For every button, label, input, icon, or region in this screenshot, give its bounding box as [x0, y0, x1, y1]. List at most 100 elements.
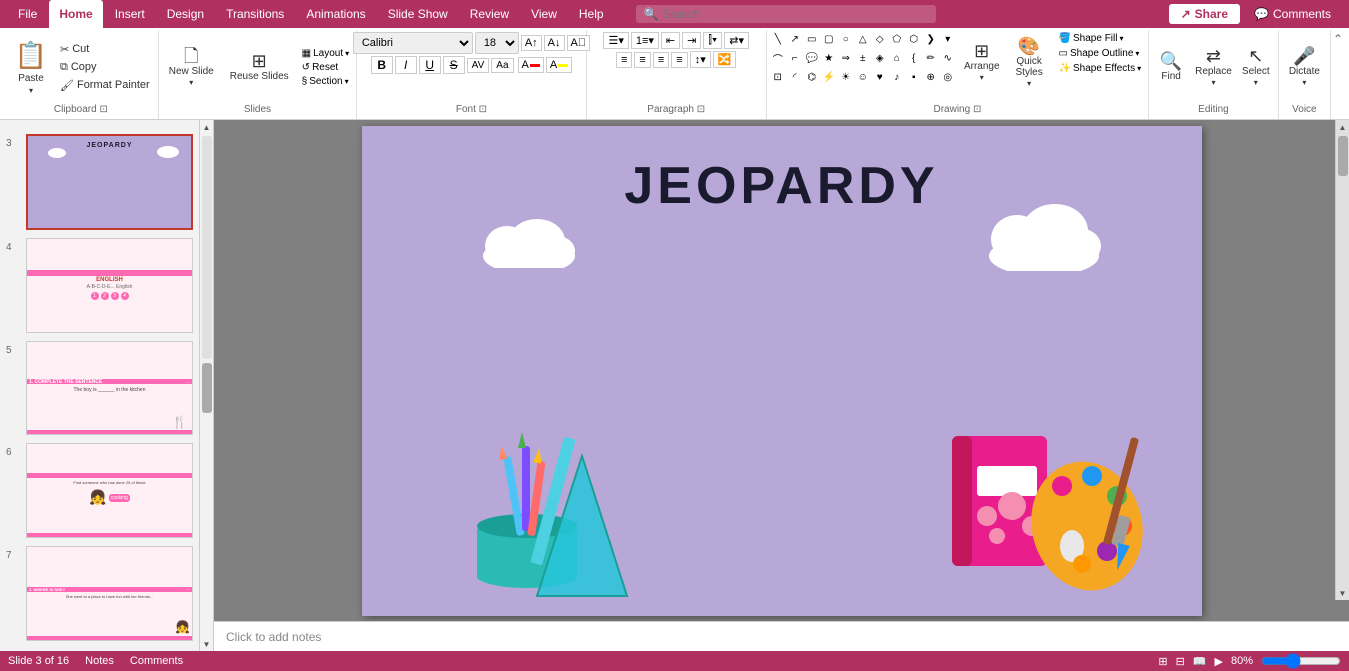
line-shape[interactable]: ╲ [771, 32, 785, 46]
find-button[interactable]: 🔍 Find [1153, 50, 1189, 84]
slide-thumb-4[interactable]: 4 ENGLISH A-B-C-D-E... English 1 2 3 4 [4, 236, 195, 335]
banner-shape[interactable]: ⌂ [890, 51, 904, 65]
convert-smartart-button[interactable]: 🔀 [713, 51, 737, 68]
rect-shape[interactable]: ▭ [805, 32, 819, 46]
tab-view[interactable]: View [521, 0, 567, 28]
view-normal-icon[interactable]: ⊞ [1158, 655, 1167, 668]
block-arrow[interactable]: ⇒ [839, 51, 853, 65]
comments-status[interactable]: Comments [130, 655, 183, 667]
reset-button[interactable]: ↺ Reset [299, 61, 353, 74]
text-direction-button[interactable]: ⇄▾ [724, 32, 749, 49]
align-right-button[interactable]: ≡ [653, 52, 669, 68]
tab-home[interactable]: Home [49, 0, 102, 28]
slides-panel-scrollbar[interactable]: ▲ ▼ [200, 120, 214, 651]
pentagon-shape[interactable]: ⬠ [890, 32, 904, 46]
smiley-shape[interactable]: ☺ [856, 70, 870, 84]
search-input[interactable] [663, 7, 923, 21]
underline-button[interactable]: U [419, 56, 441, 74]
oval-shape[interactable]: ○ [839, 32, 853, 46]
section-button[interactable]: § Section ▾ [299, 75, 353, 88]
star-shape[interactable]: ★ [822, 51, 836, 65]
font-size-select[interactable]: 18 [475, 32, 519, 54]
justify-button[interactable]: ≡ [671, 52, 687, 68]
tab-file[interactable]: File [8, 0, 47, 28]
hexagon-shape[interactable]: ⬡ [907, 32, 921, 46]
zoom-slider[interactable] [1261, 653, 1341, 669]
columns-button[interactable]: ⫿▾ [703, 32, 722, 49]
callout-shape[interactable]: 💬 [805, 51, 819, 65]
scroll-down-button[interactable]: ▼ [200, 637, 214, 651]
tab-insert[interactable]: Insert [105, 0, 155, 28]
replace-button[interactable]: ⇄ Replace ▾ [1191, 45, 1236, 89]
slide-notes[interactable]: Click to add notes [214, 621, 1349, 651]
share-button[interactable]: ↗ Share [1169, 4, 1240, 24]
bold-button[interactable]: B [371, 56, 393, 74]
cylinder-shape[interactable]: ⊕ [924, 70, 938, 84]
copy-button[interactable]: ⧉ Copy [56, 59, 154, 76]
view-slideshow-icon[interactable]: ▶ [1215, 655, 1223, 668]
custom-shape[interactable]: ✏ [924, 51, 938, 65]
text-case-button[interactable]: Aa [491, 58, 513, 73]
shape-fill-button[interactable]: 🪣 Shape Fill ▾ [1056, 32, 1145, 45]
strikethrough-button[interactable]: S [443, 56, 465, 74]
slide-canvas[interactable]: JEOPARDY [362, 126, 1202, 616]
line-spacing-button[interactable]: ↕▾ [690, 51, 711, 68]
paragraph-expand-icon[interactable]: ⊡ [697, 104, 705, 115]
slide-thumb-7[interactable]: 7 2. WHERE IS SHE? → She went to a place… [4, 544, 195, 643]
tab-review[interactable]: Review [460, 0, 519, 28]
collapse-ribbon-button[interactable]: ⌃ [1333, 32, 1343, 46]
slide-thumb-6[interactable]: 6 Find someone who has done 25 of these … [4, 441, 195, 540]
triangle-shape[interactable]: △ [856, 32, 870, 46]
arrow-shape[interactable]: ↗ [788, 32, 802, 46]
paste-button[interactable]: 📋 Paste ▾ [8, 32, 54, 102]
canvas-vertical-scroll[interactable]: ▲ ▼ [1335, 120, 1349, 600]
canvas-scroll-down[interactable]: ▼ [1336, 586, 1349, 600]
highlight-button[interactable]: A [546, 57, 572, 73]
select-button[interactable]: ↖ Select ▾ [1238, 45, 1274, 89]
equation-shape[interactable]: ± [856, 51, 870, 65]
italic-button[interactable]: I [395, 56, 417, 74]
text-box-shape[interactable]: ⊡ [771, 70, 785, 84]
reuse-slides-button[interactable]: ⊞ Reuse Slides [224, 50, 295, 84]
diamond-shape[interactable]: ◇ [873, 32, 887, 46]
tab-transitions[interactable]: Transitions [216, 0, 294, 28]
quick-styles-button[interactable]: 🎨 Quick Styles ▾ [1007, 32, 1052, 92]
curve-connector[interactable]: ⌒ [771, 51, 785, 65]
shape-effects-button[interactable]: ✨ Shape Effects ▾ [1056, 62, 1145, 75]
character-spacing-button[interactable]: AV [467, 58, 490, 73]
lightning-shape[interactable]: ⚡ [822, 70, 836, 84]
elbow-connector[interactable]: ⌐ [788, 51, 802, 65]
view-reading-icon[interactable]: 📖 [1193, 655, 1207, 668]
arc-shape[interactable]: ◜ [788, 70, 802, 84]
view-slide-sorter-icon[interactable]: ⊟ [1176, 655, 1185, 668]
format-painter-button[interactable]: 🖌 Format Painter [56, 77, 154, 94]
font-color-button[interactable]: A [518, 57, 544, 73]
increase-font-size-button[interactable]: A↑ [521, 35, 542, 51]
arrange-button[interactable]: ⊞ Arrange ▾ [961, 32, 1003, 92]
notes-status[interactable]: Notes [85, 655, 114, 667]
donut-shape[interactable]: ◎ [941, 70, 955, 84]
comments-button[interactable]: 💬 Comments [1244, 4, 1341, 24]
font-family-select[interactable]: Calibri [353, 32, 473, 54]
chevron-shape[interactable]: ❯ [924, 32, 938, 46]
numbering-button[interactable]: 1≡▾ [631, 32, 659, 49]
brace-shape[interactable]: { [907, 51, 921, 65]
decrease-font-size-button[interactable]: A↓ [544, 35, 565, 51]
sun-shape[interactable]: ☀ [839, 70, 853, 84]
align-left-button[interactable]: ≡ [616, 52, 632, 68]
slide-canvas-area[interactable]: JEOPARDY [214, 120, 1349, 621]
increase-indent-button[interactable]: ⇥ [682, 32, 701, 49]
more-shapes[interactable]: ▾ [941, 32, 955, 46]
drawing-expand-icon[interactable]: ⊡ [973, 104, 981, 115]
heart-shape[interactable]: ♥ [873, 70, 887, 84]
font-expand-icon[interactable]: ⊡ [479, 104, 487, 115]
cube-shape[interactable]: ▪ [907, 70, 921, 84]
tab-design[interactable]: Design [157, 0, 214, 28]
rounded-rect-shape[interactable]: ▢ [822, 32, 836, 46]
double-brace[interactable]: ⌬ [805, 70, 819, 84]
tab-slideshow[interactable]: Slide Show [378, 0, 458, 28]
flowchart-shape[interactable]: ◈ [873, 51, 887, 65]
dictate-button[interactable]: 🎤 Dictate ▾ [1283, 45, 1326, 89]
canvas-scroll-thumb[interactable] [1338, 136, 1348, 176]
align-center-button[interactable]: ≡ [634, 52, 650, 68]
